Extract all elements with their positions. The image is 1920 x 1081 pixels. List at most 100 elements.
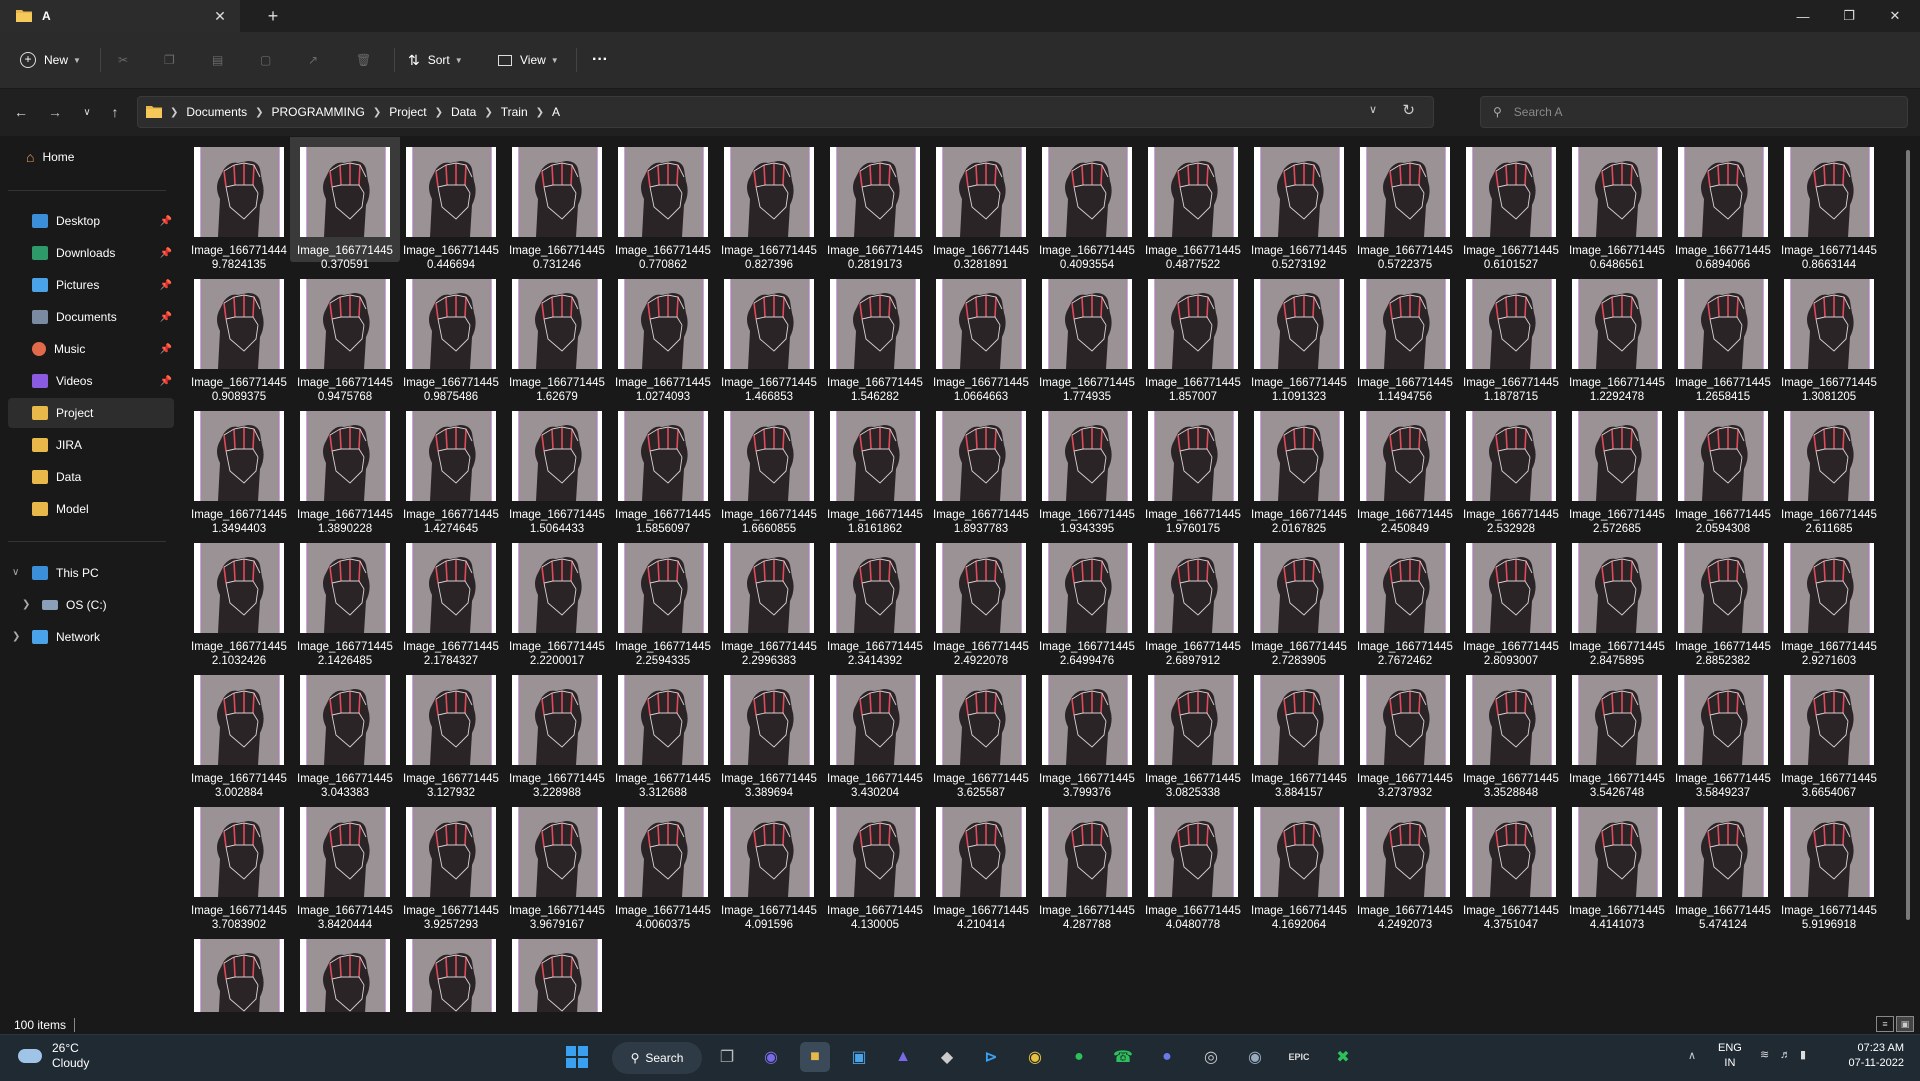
crumb-a[interactable]: A (552, 105, 560, 119)
file-tile[interactable] (184, 926, 294, 1012)
sidebar-item-pictures[interactable]: Pictures 📌 (8, 270, 174, 300)
recent-chevron-icon[interactable]: ∨ (76, 101, 98, 123)
obs-icon[interactable]: ◎ (1196, 1042, 1226, 1072)
file-tile[interactable]: Image_166771445 4.4141073 (1562, 794, 1672, 931)
xbox-icon[interactable]: ✖ (1328, 1042, 1358, 1072)
file-tile[interactable]: Image_166771445 1.5856097 (608, 398, 718, 535)
file-tile[interactable]: Image_166771445 4.0480778 (1138, 794, 1248, 931)
file-tile[interactable]: Image_166771445 4.2492073 (1350, 794, 1460, 931)
spotify-icon[interactable]: ● (1064, 1042, 1094, 1072)
file-tile[interactable]: Image_166771445 0.6894066 (1668, 137, 1778, 271)
file-tile[interactable]: Image_166771445 3.5426748 (1562, 662, 1672, 799)
store-icon[interactable]: ▣ (844, 1042, 874, 1072)
weather-widget[interactable]: 26°C Cloudy (18, 1041, 89, 1071)
file-tile[interactable]: Image_166771445 2.572685 (1562, 398, 1672, 535)
sort-button[interactable]: ⇅ Sort ▼ (408, 46, 463, 74)
file-tile[interactable]: Image_166771445 1.3081205 (1774, 266, 1884, 403)
cut-icon[interactable]: ✂ (118, 46, 128, 74)
file-tile[interactable]: Image_166771445 3.9257293 (396, 794, 506, 931)
sidebar-item-data[interactable]: Data (8, 462, 174, 492)
file-tile[interactable]: Image_166771445 0.6101527 (1456, 137, 1566, 271)
file-tile[interactable]: Image_166771445 0.9475768 (290, 266, 400, 403)
file-tile[interactable]: Image_166771445 2.4922078 (926, 530, 1036, 667)
file-tile[interactable]: Image_166771445 3.625587 (926, 662, 1036, 799)
file-tile[interactable]: Image_166771445 1.857007 (1138, 266, 1248, 403)
file-tile[interactable]: Image_166771445 1.1878715 (1456, 266, 1566, 403)
file-tile[interactable]: Image_166771445 2.3414392 (820, 530, 930, 667)
address-bar[interactable]: ❯ Documents ❯ PROGRAMMING ❯ Project ❯ Da… (137, 96, 1434, 128)
file-tile[interactable]: Image_166771445 1.0274093 (608, 266, 718, 403)
file-tile[interactable]: Image_166771445 2.0594308 (1668, 398, 1778, 535)
rename-icon[interactable]: ▢ (260, 46, 271, 74)
sidebar-item-project[interactable]: Project (8, 398, 174, 428)
file-tile[interactable]: Image_166771445 2.7672462 (1350, 530, 1460, 667)
task-view-icon[interactable]: ❐ (712, 1042, 742, 1072)
paste-icon[interactable]: ▤ (212, 46, 223, 74)
wifi-icon[interactable]: ≋ (1760, 1048, 1769, 1063)
file-tile[interactable]: Image_166771445 3.884157 (1244, 662, 1354, 799)
sidebar-item-downloads[interactable]: Downloads 📌 (8, 238, 174, 268)
file-tile[interactable]: Image_166771445 1.1091323 (1244, 266, 1354, 403)
new-button[interactable]: + New ▼ (20, 46, 81, 74)
file-tile[interactable]: Image_166771445 4.0060375 (608, 794, 718, 931)
file-tile[interactable]: Image_166771445 3.127932 (396, 662, 506, 799)
file-tile[interactable]: Image_166771445 1.2658415 (1668, 266, 1778, 403)
file-tile[interactable]: Image_166771445 0.9089375 (184, 266, 294, 403)
file-tile[interactable]: Image_166771445 4.287788 (1032, 794, 1142, 931)
file-tile[interactable]: Image_166771445 2.8475895 (1562, 530, 1672, 667)
file-tile[interactable]: Image_166771445 0.9875486 (396, 266, 506, 403)
file-tile[interactable]: Image_166771445 1.1494756 (1350, 266, 1460, 403)
file-tile[interactable]: Image_166771445 2.2996383 (714, 530, 824, 667)
sidebar-item-jira[interactable]: JIRA (8, 430, 174, 460)
file-tile[interactable]: Image_166771445 1.8937783 (926, 398, 1036, 535)
address-dropdown-icon[interactable]: ∨ (1369, 103, 1377, 116)
volume-icon[interactable]: ♬ (1780, 1048, 1791, 1063)
file-tile[interactable]: Image_166771445 3.043383 (290, 662, 400, 799)
close-window-icon[interactable]: ✕ (1872, 0, 1918, 32)
file-tile[interactable]: Image_166771445 0.446694 (396, 137, 506, 271)
copy-icon[interactable]: ❐ (164, 46, 175, 74)
file-tile[interactable]: Image_166771445 3.2737932 (1350, 662, 1460, 799)
file-tile[interactable]: Image_166771445 1.2292478 (1562, 266, 1672, 403)
view-button[interactable]: View ▼ (498, 46, 559, 74)
share-icon[interactable]: ↗ (308, 46, 318, 74)
file-tile[interactable]: Image_166771445 3.8420444 (290, 794, 400, 931)
file-tile[interactable]: Image_166771445 1.546282 (820, 266, 930, 403)
file-tile[interactable]: Image_166771445 3.430204 (820, 662, 930, 799)
search-box[interactable]: ⚲ (1480, 96, 1908, 128)
crumb-train[interactable]: Train (501, 105, 528, 119)
chrome-icon[interactable]: ◉ (1020, 1042, 1050, 1072)
close-tab-icon[interactable]: ✕ (210, 6, 230, 26)
file-tile[interactable]: Image_166771445 1.62679 (502, 266, 612, 403)
file-tile[interactable]: Image_166771445 0.2819173 (820, 137, 930, 271)
file-tile[interactable]: Image_166771445 1.4274645 (396, 398, 506, 535)
tiles-view-icon[interactable]: ▣ (1896, 1016, 1914, 1032)
file-tile[interactable]: Image_166771445 0.4093554 (1032, 137, 1142, 271)
file-tile[interactable]: Image_166771445 1.9760175 (1138, 398, 1248, 535)
file-tile[interactable]: Image_166771445 4.1692064 (1244, 794, 1354, 931)
taskbar-search-button[interactable]: ⚲ Search (612, 1042, 702, 1074)
file-tile[interactable]: Image_166771445 2.611685 (1774, 398, 1884, 535)
tray-chevron-icon[interactable]: ∧ (1688, 1049, 1696, 1064)
file-tile[interactable]: Image_166771445 3.799376 (1032, 662, 1142, 799)
file-tile[interactable]: Image_166771445 1.6660855 (714, 398, 824, 535)
new-tab-button[interactable]: + (262, 5, 284, 27)
teams-chat-icon[interactable]: ◉ (756, 1042, 786, 1072)
file-explorer-icon[interactable]: ■ (800, 1042, 830, 1072)
tab-a[interactable]: A ✕ (0, 0, 240, 32)
file-tile[interactable]: Image_166771445 0.770862 (608, 137, 718, 271)
file-tile[interactable] (502, 926, 612, 1012)
sidebar-item-model[interactable]: Model (8, 494, 174, 524)
file-tile[interactable]: Image_166771445 1.8161862 (820, 398, 930, 535)
file-tile[interactable]: Image_166771445 2.7283905 (1244, 530, 1354, 667)
file-tile[interactable]: Image_166771445 3.228988 (502, 662, 612, 799)
file-tile[interactable]: Image_166771445 3.7083902 (184, 794, 294, 931)
search-input[interactable] (1511, 104, 1876, 120)
file-tile[interactable]: Image_166771445 0.3281891 (926, 137, 1036, 271)
file-tile[interactable]: Image_166771445 2.1426485 (290, 530, 400, 667)
sidebar-item-os-drive[interactable]: OS (C:) (8, 590, 174, 620)
file-tile[interactable]: Image_166771445 1.5064433 (502, 398, 612, 535)
file-tile[interactable]: Image_166771445 3.5849237 (1668, 662, 1778, 799)
language-indicator[interactable]: ENG IN (1718, 1041, 1742, 1071)
more-options-icon[interactable]: ··· (592, 46, 608, 74)
